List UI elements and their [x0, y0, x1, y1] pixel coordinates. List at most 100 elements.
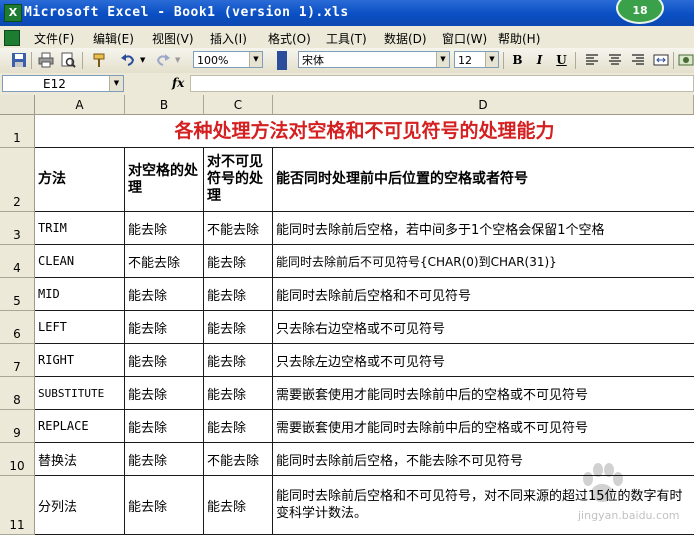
table-cell[interactable]: 能同时去除前后空格，不能去除不可见符号 [273, 443, 694, 476]
bold-button[interactable]: B [509, 52, 526, 68]
table-cell[interactable]: 只去除左边空格或不可见符号 [273, 344, 694, 377]
row-header-7[interactable]: 7 [0, 344, 35, 377]
row-header-11[interactable]: 11 [0, 476, 35, 535]
sheet-title-cell[interactable]: 各种处理方法对空格和不可见符号的处理能力 [35, 115, 694, 148]
row-header-1[interactable]: 1 [0, 115, 35, 148]
chevron-down-icon[interactable]: ▼ [109, 76, 123, 91]
format-painter-icon[interactable] [92, 52, 108, 68]
row-header-9[interactable]: 9 [0, 410, 35, 443]
row-header-5[interactable]: 5 [0, 278, 35, 311]
align-left-icon[interactable] [584, 52, 600, 68]
table-cell[interactable]: 能去除 [204, 245, 273, 278]
table-cell[interactable]: 能去除 [204, 344, 273, 377]
chevron-down-icon[interactable]: ▼ [436, 52, 449, 67]
merge-center-icon[interactable] [653, 52, 669, 68]
toolbar-separator [503, 52, 504, 69]
table-cell[interactable]: 分列法 [35, 476, 125, 535]
column-header-a[interactable]: A [35, 95, 125, 115]
table-cell[interactable]: 不能去除 [125, 245, 204, 278]
print-icon[interactable] [38, 52, 54, 68]
italic-button[interactable]: I [531, 52, 548, 68]
menu-data[interactable]: 数据(D) [384, 30, 427, 47]
font-select[interactable]: 宋体 ▼ [298, 51, 450, 68]
table-cell[interactable]: 能去除 [204, 377, 273, 410]
table-cell[interactable]: SUBSTITUTE [35, 377, 125, 410]
column-header-d[interactable]: D [273, 95, 694, 115]
table-cell[interactable]: TRIM [35, 212, 125, 245]
row-number: 9 [13, 426, 21, 440]
chevron-down-icon[interactable]: ▼ [249, 52, 262, 67]
table-cell[interactable]: 能去除 [125, 311, 204, 344]
menu-format[interactable]: 格式(O) [268, 30, 311, 47]
table-cell[interactable]: 能去除 [125, 344, 204, 377]
table-cell[interactable]: 需要嵌套使用才能同时去除前中后的空格或不可见符号 [273, 377, 694, 410]
menu-help[interactable]: 帮助(H) [498, 30, 540, 47]
row-number: 10 [9, 459, 25, 473]
toolbar-separator [575, 52, 576, 69]
table-cell[interactable]: 只去除右边空格或不可见符号 [273, 311, 694, 344]
table-cell[interactable]: 能同时去除前后不可见符号{CHAR(0)到CHAR(31)} [273, 245, 694, 278]
menu-insert[interactable]: 插入(I) [210, 30, 247, 47]
underline-button[interactable]: U [553, 52, 570, 68]
table-cell[interactable]: 能同时去除前后空格和不可见符号 [273, 278, 694, 311]
table-cell[interactable]: 能去除 [125, 212, 204, 245]
undo-icon[interactable] [120, 52, 136, 68]
redo-dropdown-icon[interactable]: ▼ [175, 56, 180, 64]
align-right-icon[interactable] [630, 52, 646, 68]
header-cell-capability[interactable]: 能否同时处理前中后位置的空格或者符号 [273, 148, 694, 212]
select-all-corner[interactable] [0, 95, 35, 115]
zoom-select[interactable]: 100% ▼ [193, 51, 263, 68]
table-cell[interactable]: REPLACE [35, 410, 125, 443]
table-cell[interactable]: LEFT [35, 311, 125, 344]
table-cell[interactable]: 能去除 [125, 476, 204, 535]
table-cell[interactable]: RIGHT [35, 344, 125, 377]
formula-input[interactable] [190, 75, 694, 92]
name-box[interactable]: E12 ▼ [2, 75, 124, 92]
table-cell[interactable]: 能同时去除前后空格，若中间多于1个空格会保留1个空格 [273, 212, 694, 245]
currency-style-icon[interactable] [678, 52, 694, 68]
chevron-down-icon[interactable]: ▼ [485, 52, 498, 67]
menu-view[interactable]: 视图(V) [152, 30, 194, 47]
row-header-2[interactable]: 2 [0, 148, 35, 212]
redo-icon[interactable] [155, 52, 171, 68]
row-header-4[interactable]: 4 [0, 245, 35, 278]
undo-dropdown-icon[interactable]: ▼ [140, 56, 145, 64]
row-header-3[interactable]: 3 [0, 212, 35, 245]
row-header-8[interactable]: 8 [0, 377, 35, 410]
worksheet-grid[interactable]: A B C D 1 2 3 4 5 6 7 8 9 10 11 各种处理方法对空… [0, 95, 694, 535]
save-icon[interactable] [11, 52, 27, 68]
table-cell[interactable]: 能去除 [125, 443, 204, 476]
table-cell[interactable]: MID [35, 278, 125, 311]
table-cell[interactable]: CLEAN [35, 245, 125, 278]
table-cell[interactable]: 需要嵌套使用才能同时去除前中后的空格或不可见符号 [273, 410, 694, 443]
table-cell[interactable]: 能去除 [204, 476, 273, 535]
header-cell-invisible[interactable]: 对不可见符号的处理 [204, 148, 273, 212]
header-cell-space[interactable]: 对空格的处理 [125, 148, 204, 212]
table-cell[interactable]: 能同时去除前后空格和不可见符号，对不同来源的超过15位的数字有时变科学计数法。 [273, 476, 694, 535]
table-cell[interactable]: 不能去除 [204, 443, 273, 476]
table-cell[interactable]: 能去除 [204, 410, 273, 443]
toolbar-options-icon[interactable] [277, 51, 287, 70]
menu-window[interactable]: 窗口(W) [442, 30, 487, 47]
table-cell[interactable]: 能去除 [125, 278, 204, 311]
excel-icon[interactable]: X [4, 4, 22, 22]
table-cell[interactable]: 能去除 [204, 278, 273, 311]
table-cell[interactable]: 能去除 [125, 410, 204, 443]
table-cell[interactable]: 能去除 [204, 311, 273, 344]
table-cell[interactable]: 不能去除 [204, 212, 273, 245]
row-header-6[interactable]: 6 [0, 311, 35, 344]
document-icon[interactable] [4, 30, 20, 46]
align-center-icon[interactable] [607, 52, 623, 68]
print-preview-icon[interactable] [60, 52, 76, 68]
column-header-c[interactable]: C [204, 95, 273, 115]
table-cell[interactable]: 替换法 [35, 443, 125, 476]
insert-function-icon[interactable]: fx [172, 76, 184, 90]
menu-file[interactable]: 文件(F) [34, 30, 74, 47]
menu-edit[interactable]: 编辑(E) [93, 30, 134, 47]
row-header-10[interactable]: 10 [0, 443, 35, 476]
font-size-select[interactable]: 12 ▼ [454, 51, 499, 68]
table-cell[interactable]: 能去除 [125, 377, 204, 410]
column-header-b[interactable]: B [125, 95, 204, 115]
menu-tools[interactable]: 工具(T) [326, 30, 367, 47]
header-cell-method[interactable]: 方法 [35, 148, 125, 212]
